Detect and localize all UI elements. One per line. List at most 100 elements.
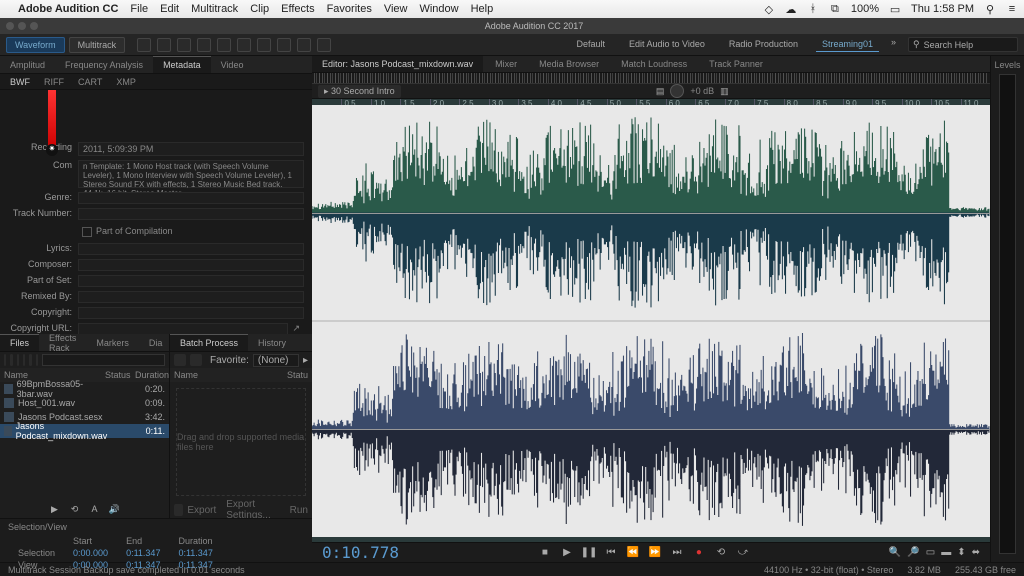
tool-time-select-icon[interactable] [237,38,251,52]
files-loop-icon[interactable]: ⟲ [69,504,81,516]
zoom-full-icon[interactable]: ▭ [926,547,935,558]
field-track-number[interactable] [78,208,304,220]
subtab-cart[interactable]: CART [78,77,102,87]
zoom-in-amp-icon[interactable]: ⬍ [957,547,965,558]
selview-selection-end[interactable]: 0:11.347 [118,548,168,558]
menu-multitrack[interactable]: Multitrack [191,3,238,15]
workspace-default[interactable]: Default [570,37,611,52]
field-comments[interactable]: n Template: 1 Mono Host track (with Spee… [78,160,304,188]
subtab-xmp[interactable]: XMP [116,77,136,87]
batch-dropzone[interactable]: Drag and drop supported media files here [176,388,306,496]
tab-video[interactable]: Video [211,57,254,73]
autoplay-icon[interactable] [29,354,31,366]
workspace-radio-production[interactable]: Radio Production [723,37,804,52]
workspace-more-icon[interactable]: » [891,37,896,52]
tool-move-icon[interactable] [177,38,191,52]
tab-mixer[interactable]: Mixer [485,56,527,72]
channel-toggle-icon[interactable]: ▥ [720,86,729,97]
tab-batch-process[interactable]: Batch Process [170,334,248,351]
field-copyright[interactable] [78,307,304,319]
rewind-button[interactable]: ⏪ [626,546,640,560]
menu-edit[interactable]: Edit [160,3,179,15]
files-filter-input[interactable] [42,354,165,366]
batch-add-icon[interactable] [174,354,186,366]
file-row[interactable]: Jasons Podcast_mixdown.wav0:11. [0,424,169,438]
notification-icon[interactable]: ≡ [1006,3,1018,15]
tab-amplitude-stats[interactable]: Amplitud [0,57,55,73]
field-part-of-set[interactable] [78,275,304,287]
batch-col-status[interactable]: Statu [278,370,308,380]
timecode-display[interactable]: 0:10.778 [322,543,399,562]
files-volume-icon[interactable]: 🔊 [109,504,121,516]
file-row[interactable]: 69BpmBossa05-3bar.wav0:20. [0,382,169,396]
record-button[interactable]: ● [692,546,706,560]
zoom-out-icon[interactable]: 🔎 [907,547,919,558]
waveform-editor[interactable] [312,105,990,537]
tab-diagnostics[interactable]: Dia [139,335,173,351]
multitrack-mode-button[interactable]: Multitrack [69,37,126,53]
new-file-icon[interactable] [10,354,12,366]
batch-run-button[interactable]: Run [290,505,308,516]
checkbox-compilation[interactable] [82,227,92,237]
bluetooth-icon[interactable]: ᚼ [807,3,819,15]
menu-effects[interactable]: Effects [281,3,314,15]
stop-button[interactable]: ■ [538,546,552,560]
clock[interactable]: Thu 1:58 PM [911,3,974,15]
batch-favorite-select[interactable]: (None) [253,354,299,367]
tool-razor-icon[interactable] [197,38,211,52]
field-copyright-url[interactable] [78,323,288,334]
skip-selection-button[interactable]: ⤻ [736,546,750,560]
minimize-window-icon[interactable] [18,22,26,30]
zoom-window-icon[interactable] [30,22,38,30]
go-end-button[interactable]: ⏭ [670,546,684,560]
waveform-right-channel[interactable] [312,322,990,537]
menu-favorites[interactable]: Favorites [327,3,372,15]
subtab-riff[interactable]: RIFF [44,77,64,87]
menu-file[interactable]: File [130,3,148,15]
workspace-streaming[interactable]: Streaming01 [816,37,879,52]
files-autoplay-icon[interactable]: A [89,504,101,516]
close-window-icon[interactable] [6,22,14,30]
menu-window[interactable]: Window [419,3,458,15]
play-button[interactable]: ▶ [560,546,574,560]
waveform-left-channel[interactable] [312,105,990,320]
file-row[interactable]: Host_001.wav0:09. [0,396,169,410]
tab-files[interactable]: Files [0,334,39,351]
spotlight-icon[interactable]: ⚲ [984,3,996,15]
workspace-edit-audio-video[interactable]: Edit Audio to Video [623,37,711,52]
loop-icon[interactable] [36,354,38,366]
fast-forward-button[interactable]: ⏩ [648,546,662,560]
pause-button[interactable]: ❚❚ [582,546,596,560]
menu-clip[interactable]: Clip [250,3,269,15]
zoom-out-amp-icon[interactable]: ⬌ [972,547,980,558]
tab-match-loudness[interactable]: Match Loudness [611,56,697,72]
tab-metadata[interactable]: Metadata [153,56,211,73]
cloud-icon[interactable]: ☁ [785,3,797,15]
files-col-duration[interactable]: Duration [135,370,165,380]
gain-knob[interactable] [670,84,684,98]
go-start-button[interactable]: ⏮ [604,546,618,560]
selview-selection-dur[interactable]: 0:11.347 [170,548,220,558]
tool-lasso-icon[interactable] [277,38,291,52]
tab-media-browser[interactable]: Media Browser [529,56,609,72]
tab-history[interactable]: History [248,335,296,351]
close-file-icon[interactable] [23,354,25,366]
selview-selection-start[interactable]: 0:00.000 [65,548,116,558]
zoom-in-icon[interactable]: 🔍 [889,547,901,558]
tab-editor[interactable]: Editor: Jasons Podcast_mixdown.wav [312,56,483,72]
field-composer[interactable] [78,259,304,271]
dropbox-icon[interactable]: ◇ [763,3,775,15]
field-lyrics[interactable] [78,243,304,255]
tab-track-panner[interactable]: Track Panner [699,56,773,72]
hud-toggle-icon[interactable] [137,38,151,52]
marker-range-label[interactable]: ▸ 30 Second Intro [318,85,401,98]
hud-toggle-icon[interactable]: ▤ [656,86,665,97]
menu-help[interactable]: Help [471,3,494,15]
open-url-icon[interactable]: ↗ [288,323,304,334]
battery-icon[interactable]: ▭ [889,3,901,15]
tab-markers[interactable]: Markers [86,335,139,351]
subtab-bwf[interactable]: BWF [10,77,30,87]
tab-frequency-analysis[interactable]: Frequency Analysis [55,57,153,73]
open-file-icon[interactable] [4,354,6,366]
tool-brush-icon[interactable] [297,38,311,52]
